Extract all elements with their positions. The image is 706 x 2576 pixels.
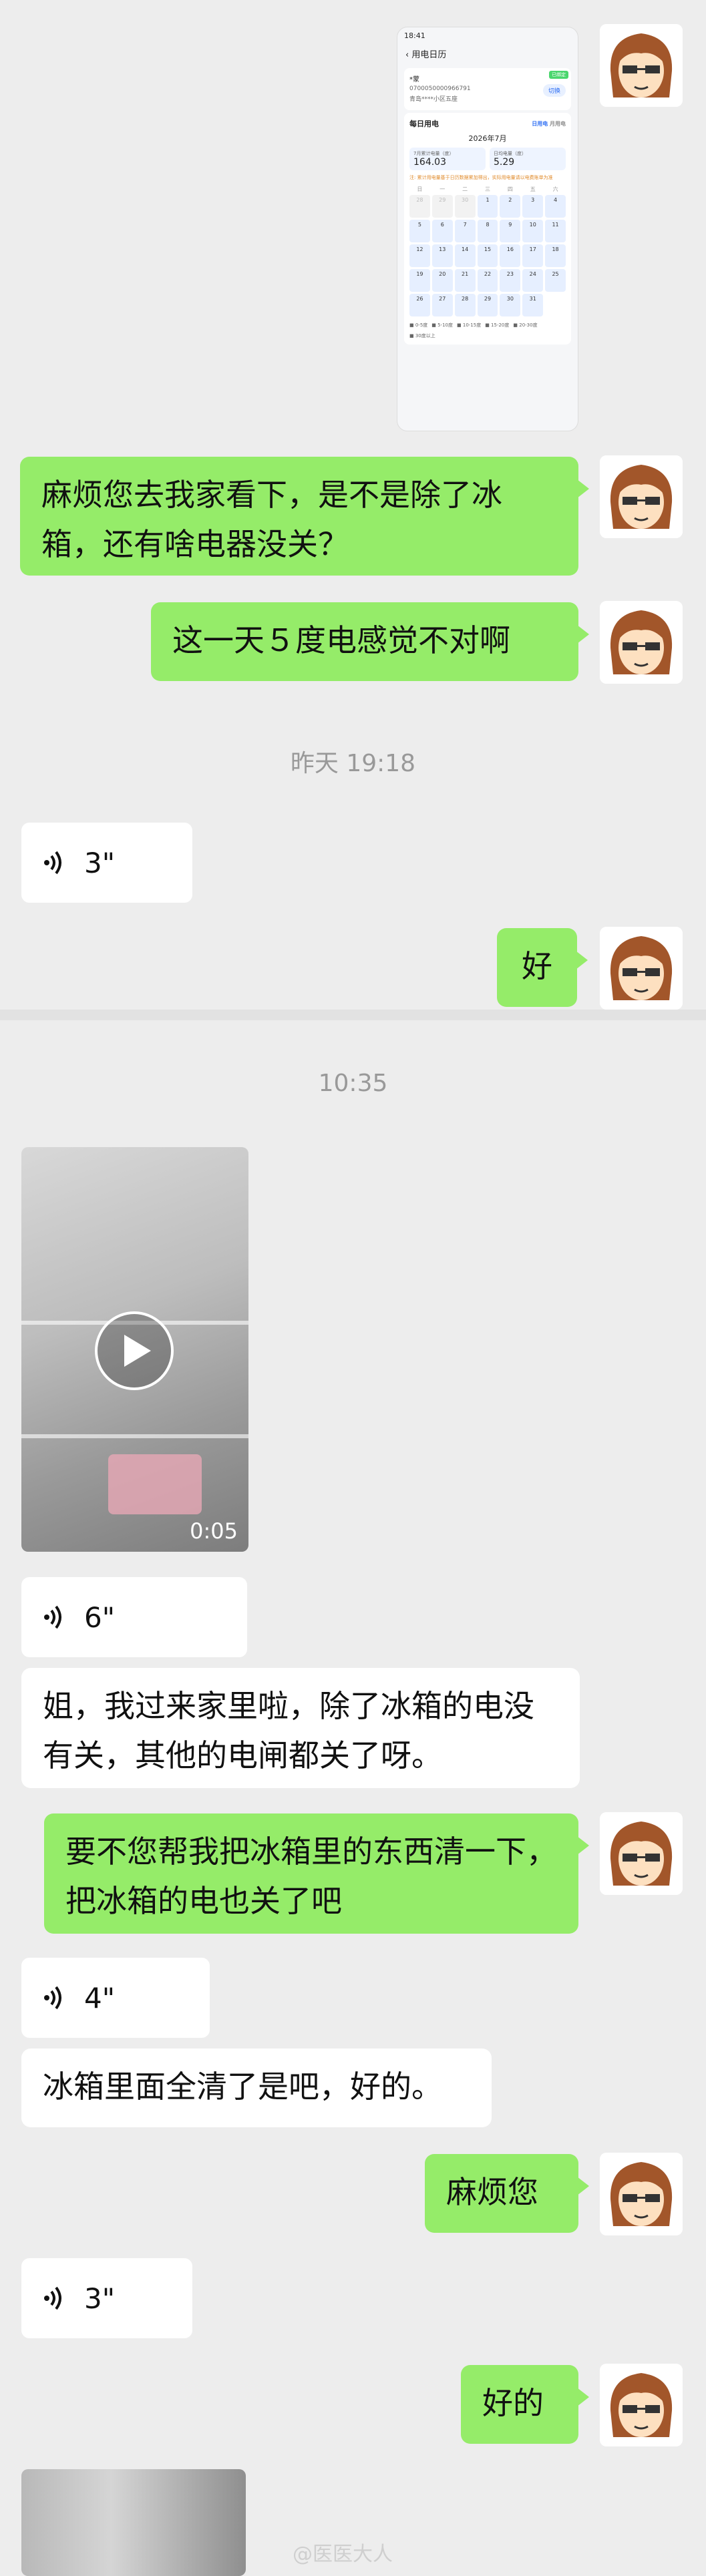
calendar-day: 29 xyxy=(477,294,498,316)
avatar[interactable] xyxy=(600,1812,683,1895)
calendar-day: 1 xyxy=(477,195,498,218)
voice-duration: 4" xyxy=(84,1981,116,2014)
calendar-day: 21 xyxy=(454,269,476,292)
avatar[interactable] xyxy=(600,601,683,684)
calendar-day: 20 xyxy=(431,269,453,292)
voice-wave-icon xyxy=(44,851,61,875)
calendar-day: 22 xyxy=(477,269,498,292)
calendar-day: 31 xyxy=(522,294,544,316)
timestamp: 10:35 xyxy=(318,1070,388,1097)
account-label: *蒙 xyxy=(409,76,419,83)
voice-duration: 6" xyxy=(84,1600,116,1634)
avatar[interactable] xyxy=(600,2153,683,2235)
daily-usage-card: 每日用电 日用电 月用电 2026年7月 7月累计电量（度） 164.03 日均… xyxy=(404,113,571,345)
calendar-day: 6 xyxy=(431,220,453,242)
calendar-day: 9 xyxy=(500,220,521,242)
avatar[interactable] xyxy=(600,2364,683,2446)
calendar-day: 17 xyxy=(522,244,544,267)
screenshot-status-bar: 18:41 xyxy=(404,31,425,40)
weekday-label: 六 xyxy=(552,186,558,192)
voice-message[interactable]: 6" xyxy=(21,1577,247,1657)
calendar-day: 12 xyxy=(409,244,430,267)
calendar-day: 14 xyxy=(454,244,476,267)
screenshot-title: 用电日历 xyxy=(411,50,447,60)
avatar[interactable] xyxy=(600,24,683,107)
calendar-day: 15 xyxy=(477,244,498,267)
calendar-day: 3 xyxy=(522,195,544,218)
voice-duration: 3" xyxy=(84,846,116,879)
weekday-label: 一 xyxy=(439,186,446,192)
weekday-label: 日 xyxy=(417,186,423,192)
calendar-day: 16 xyxy=(500,244,521,267)
weekday-label: 二 xyxy=(462,186,468,192)
outgoing-message[interactable]: 麻烦您 xyxy=(425,2154,589,2233)
avatar[interactable] xyxy=(600,927,683,1010)
switch-button: 切换 xyxy=(542,84,566,97)
account-card: 已绑定 *蒙 0700050000966791 青岛****小区五座 切换 xyxy=(404,68,571,110)
outgoing-message[interactable]: 好的 xyxy=(461,2365,589,2444)
calendar-day: 13 xyxy=(431,244,453,267)
video-message[interactable]: 0:05 xyxy=(21,1147,248,1552)
image-message[interactable] xyxy=(21,2469,246,2576)
watermark: @医医大人 xyxy=(293,2543,393,2566)
calendar-day: 30 xyxy=(454,195,476,218)
calendar-day: 18 xyxy=(545,244,566,267)
weekday-label: 五 xyxy=(530,186,536,192)
calendar-day: 28 xyxy=(409,195,430,218)
voice-wave-icon xyxy=(44,1986,61,2010)
calendar-day: 24 xyxy=(522,269,544,292)
calendar-day: 29 xyxy=(431,195,453,218)
bound-tag: 已绑定 xyxy=(549,71,568,79)
voice-wave-icon xyxy=(44,1605,61,1629)
calendar-day: 26 xyxy=(409,294,430,316)
play-icon[interactable] xyxy=(95,1311,174,1390)
calendar-grid: 日 一 二 三 四 五 六 xyxy=(409,186,566,193)
voice-message[interactable]: 4" xyxy=(21,1958,210,2038)
calendar-day: 4 xyxy=(545,195,566,218)
outgoing-message[interactable]: 麻烦您去我家看下，是不是除了冰箱，还有啥电器没关？ xyxy=(20,457,589,576)
tab-monthly: 月用电 xyxy=(550,120,566,127)
tab-daily: 日用电 xyxy=(532,120,548,127)
avatar[interactable] xyxy=(600,455,683,538)
calendar-day: 25 xyxy=(545,269,566,292)
timestamp: 昨天 19:18 xyxy=(290,750,416,777)
voice-message[interactable]: 3" xyxy=(21,2258,192,2338)
calendar-day: 28 xyxy=(454,294,476,316)
calendar-day: 23 xyxy=(500,269,521,292)
calendar-day: 27 xyxy=(431,294,453,316)
month-selector: 2026年7月 xyxy=(468,134,507,143)
incoming-message[interactable]: 冰箱里面全清了是吧，好的。 xyxy=(21,2049,492,2127)
daily-average-stat: 日均电量（度） 5.29 xyxy=(490,148,566,170)
month-total-stat: 7月累计电量（度） 164.03 xyxy=(409,148,486,170)
screenshot-divider xyxy=(0,1010,706,1020)
outgoing-message[interactable]: 要不您帮我把冰箱里的东西清一下，把冰箱的电也关了吧 xyxy=(44,1813,589,1934)
calendar-day: 11 xyxy=(545,220,566,242)
calendar-legend: 0-5度 5-10度 10-15度 15-20度 20-30度 30度以上 xyxy=(409,322,566,339)
outgoing-message[interactable]: 这一天５度电感觉不对啊 xyxy=(151,602,589,681)
account-address: 青岛****小区五座 xyxy=(409,96,458,103)
back-arrow-icon: ‹ xyxy=(405,50,412,60)
usage-note: 注: 累计用电量基于日历数据累加得出，实际用电量请以电费账单为准 xyxy=(409,175,553,180)
calendar-day: 7 xyxy=(454,220,476,242)
calendar-day: 2 xyxy=(500,195,521,218)
account-number: 0700050000966791 xyxy=(409,85,471,92)
voice-wave-icon xyxy=(44,2286,61,2310)
voice-duration: 3" xyxy=(84,2282,116,2315)
calendar-day: 19 xyxy=(409,269,430,292)
outgoing-message[interactable]: 好 xyxy=(497,928,588,1007)
electricity-calendar-screenshot[interactable]: 18:41 ‹ 用电日历 已绑定 *蒙 0700050000966791 青岛*… xyxy=(397,27,578,431)
incoming-message[interactable]: 姐，我过来家里啦，除了冰箱的电没有关，其他的电闸都关了呀。 xyxy=(21,1668,580,1788)
calendar-day: 5 xyxy=(409,220,430,242)
calendar-day: 8 xyxy=(477,220,498,242)
daily-usage-heading: 每日用电 xyxy=(409,120,439,128)
calendar-day: 30 xyxy=(500,294,521,316)
weekday-label: 四 xyxy=(507,186,513,192)
voice-message[interactable]: 3" xyxy=(21,823,192,903)
calendar-days: 28 29 30 1 2 3 4 5 6 7 8 9 10 11 12 13 14 15 16 17 18 19 20 21 2… xyxy=(409,195,566,316)
weekday-label: 三 xyxy=(484,186,490,192)
video-duration: 0:05 xyxy=(190,1518,238,1544)
calendar-day: 10 xyxy=(522,220,544,242)
